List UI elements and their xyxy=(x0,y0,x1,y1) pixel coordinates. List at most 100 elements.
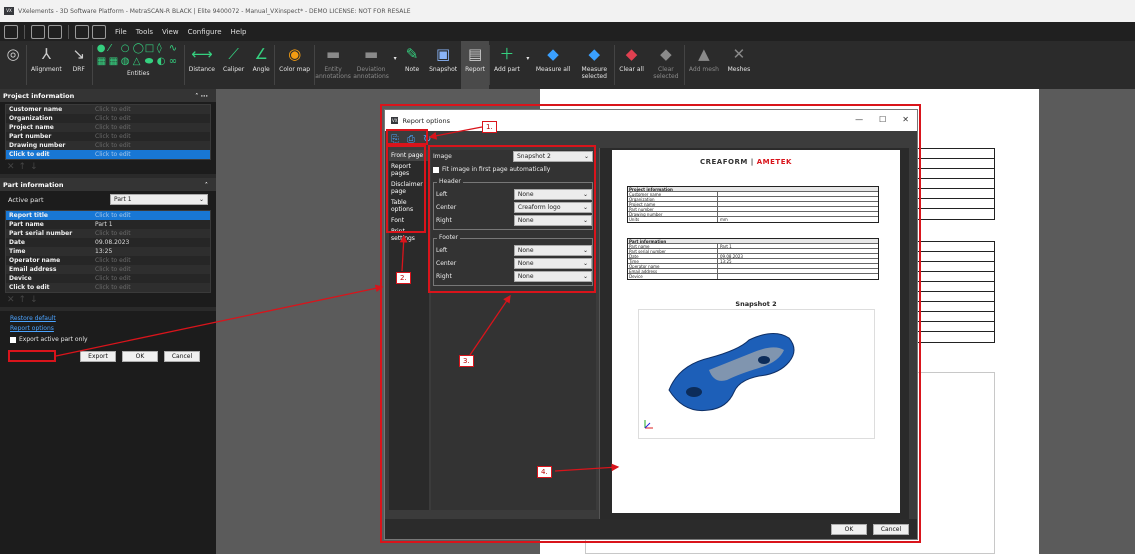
window-title: VXelements - 3D Software Platform - Metr… xyxy=(18,7,411,15)
table-row[interactable]: Click to edit Click to edit xyxy=(6,283,210,292)
table-row[interactable]: Part serial number Click to edit xyxy=(6,229,210,238)
ellipse-icon[interactable]: ◯ xyxy=(133,43,144,55)
delete-row-icon[interactable]: ✕ xyxy=(7,295,19,305)
collapse-icon[interactable]: ˄ ··· xyxy=(195,92,208,100)
table-row[interactable]: Click to edit Click to edit xyxy=(6,150,210,159)
import-icon[interactable] xyxy=(92,24,106,39)
ribbon-toolbar: ◎ ⅄ Alignment ↘ DRF ● ⁄ ○ ◯ □ ◊ ∿ ▦ ▦ ◍ △ ⬬ ◐ ∞ Entiti… xyxy=(0,41,1135,89)
part-info-header[interactable]: Part information ˄ xyxy=(0,178,216,191)
curve-icon[interactable]: ∿ xyxy=(169,43,180,55)
active-part-select[interactable]: Part 1 ⌄ xyxy=(110,194,208,205)
table-row[interactable]: Device Click to edit xyxy=(6,274,210,283)
chevron-down-icon: ▾ xyxy=(393,55,397,62)
chevron-down-icon: ▾ xyxy=(526,55,530,62)
table-row[interactable]: Time 13:25 xyxy=(6,247,210,256)
ok-button[interactable]: OK xyxy=(122,351,158,362)
move-up-icon[interactable]: ↑ xyxy=(19,295,31,305)
callout-4: 4. xyxy=(537,466,552,478)
report-icon: ▤ xyxy=(467,45,483,63)
note-icon: ✎ xyxy=(405,45,419,63)
cone-icon[interactable]: △ xyxy=(133,56,144,68)
measure-all-button[interactable]: ◆ Measure all xyxy=(532,41,574,89)
menu-configure[interactable]: Configure xyxy=(188,28,222,36)
project-info-header[interactable]: Project information ˄ ··· xyxy=(0,89,216,102)
home-icon[interactable] xyxy=(4,24,18,39)
new-file-icon[interactable] xyxy=(31,24,45,39)
point-icon[interactable]: ● xyxy=(97,43,108,55)
table-row[interactable]: Organization Click to edit xyxy=(6,114,210,123)
table-row[interactable]: Project name Click to edit xyxy=(6,123,210,132)
meshes-group[interactable]: ✕ Meshes xyxy=(723,41,755,89)
clear-selected-button[interactable]: ◆ Clear selected xyxy=(648,41,684,89)
add-part-dropdown[interactable]: ▾ xyxy=(524,41,532,89)
add-part-button[interactable]: ＋ Add part xyxy=(490,41,524,89)
distance-icon: ⟷ xyxy=(191,45,213,63)
restore-default-link[interactable]: Restore default xyxy=(0,315,216,322)
annotations-dropdown[interactable]: ▾ xyxy=(391,41,399,89)
clear-all-button[interactable]: ◆ Clear all xyxy=(615,41,648,89)
drf-button[interactable]: ↘ DRF xyxy=(66,41,92,89)
snapshot-icon: ▣ xyxy=(436,45,451,63)
move-down-icon[interactable]: ↓ xyxy=(30,162,42,172)
move-down-icon[interactable]: ↓ xyxy=(30,295,42,305)
table-row[interactable]: Date 09.08.2023 xyxy=(6,238,210,247)
grid-icon[interactable]: ▦ xyxy=(109,56,120,68)
delete-row-icon[interactable]: ✕ xyxy=(7,162,19,172)
entity-annotations-button[interactable]: ▬ Entity annotations xyxy=(315,41,351,89)
table-row[interactable]: Drawing number Click to edit xyxy=(6,141,210,150)
slot-icon[interactable]: □ xyxy=(145,43,156,55)
polygon-icon[interactable]: ◊ xyxy=(157,43,168,55)
deviation-annotations-button[interactable]: ▬ Deviation annotations xyxy=(351,41,391,89)
add-mesh-button[interactable]: ▲ Add mesh xyxy=(685,41,723,89)
caliper-button[interactable]: ⟋ Caliper xyxy=(219,41,248,89)
torus-icon[interactable]: ◐ xyxy=(157,56,168,68)
caliper-icon: ⟋ xyxy=(228,45,239,63)
axes-icon: ⅄ xyxy=(41,45,51,63)
plane-icon[interactable]: ▦ xyxy=(97,56,108,68)
export-icon[interactable] xyxy=(75,24,89,39)
table-row[interactable]: Operator name Click to edit xyxy=(6,256,210,265)
menu-file[interactable]: File xyxy=(115,28,127,36)
note-button[interactable]: ✎ Note xyxy=(399,41,425,89)
line-icon[interactable]: ⁄ xyxy=(109,43,120,55)
circle-icon[interactable]: ○ xyxy=(121,43,132,55)
more-entities-icon[interactable]: ∞ xyxy=(169,56,180,68)
table-row[interactable]: Part name Part 1 xyxy=(6,220,210,229)
table-row[interactable]: Report title Click to edit xyxy=(6,211,210,220)
row-tools: ✕↑↓ xyxy=(0,160,216,174)
menu-help[interactable]: Help xyxy=(231,28,247,36)
target-icon: ◎ xyxy=(6,45,20,63)
table-row[interactable]: Email address Click to edit xyxy=(6,265,210,274)
meshes-icon: ✕ xyxy=(732,45,746,63)
cancel-button[interactable]: Cancel xyxy=(164,351,200,362)
snapshot-button[interactable]: ▣ Snapshot xyxy=(425,41,461,89)
measure-selected-button[interactable]: ◆ Measure selected xyxy=(574,41,614,89)
export-button[interactable]: Export xyxy=(80,351,116,362)
report-options-link[interactable]: Report options xyxy=(0,325,216,332)
row-tools: ✕↑↓ xyxy=(0,293,216,307)
scan-button[interactable]: ◎ xyxy=(0,41,26,89)
color-map-button[interactable]: ◉ Color map xyxy=(275,41,314,89)
report-button[interactable]: ▤ Report xyxy=(461,41,490,89)
callout-1: 1. xyxy=(482,121,497,133)
callout-3: 3. xyxy=(459,355,474,367)
distance-button[interactable]: ⟷ Distance xyxy=(185,41,219,89)
alignment-button[interactable]: ⅄ Alignment xyxy=(27,41,66,89)
chevron-down-icon: ⌄ xyxy=(198,196,204,203)
menu-bar: File Tools View Configure Help xyxy=(0,22,1135,41)
export-active-part-checkbox[interactable]: Export active part only xyxy=(0,336,216,343)
table-row[interactable]: Part number Click to edit xyxy=(6,132,210,141)
color-map-icon: ◉ xyxy=(288,45,302,63)
menu-tools[interactable]: Tools xyxy=(136,28,153,36)
angle-button[interactable]: ∠ Angle xyxy=(248,41,274,89)
checkbox[interactable] xyxy=(10,336,16,343)
save-icon[interactable] xyxy=(48,24,62,39)
cylinder-icon[interactable]: ⬬ xyxy=(145,56,156,68)
table-row[interactable]: Customer name Click to edit xyxy=(6,105,210,114)
deviation-icon: ▬ xyxy=(363,45,379,63)
measure-selected-icon: ◆ xyxy=(588,45,601,63)
collapse-icon[interactable]: ˄ xyxy=(205,181,208,189)
menu-view[interactable]: View xyxy=(162,28,179,36)
sphere-icon[interactable]: ◍ xyxy=(121,56,132,68)
move-up-icon[interactable]: ↑ xyxy=(19,162,31,172)
